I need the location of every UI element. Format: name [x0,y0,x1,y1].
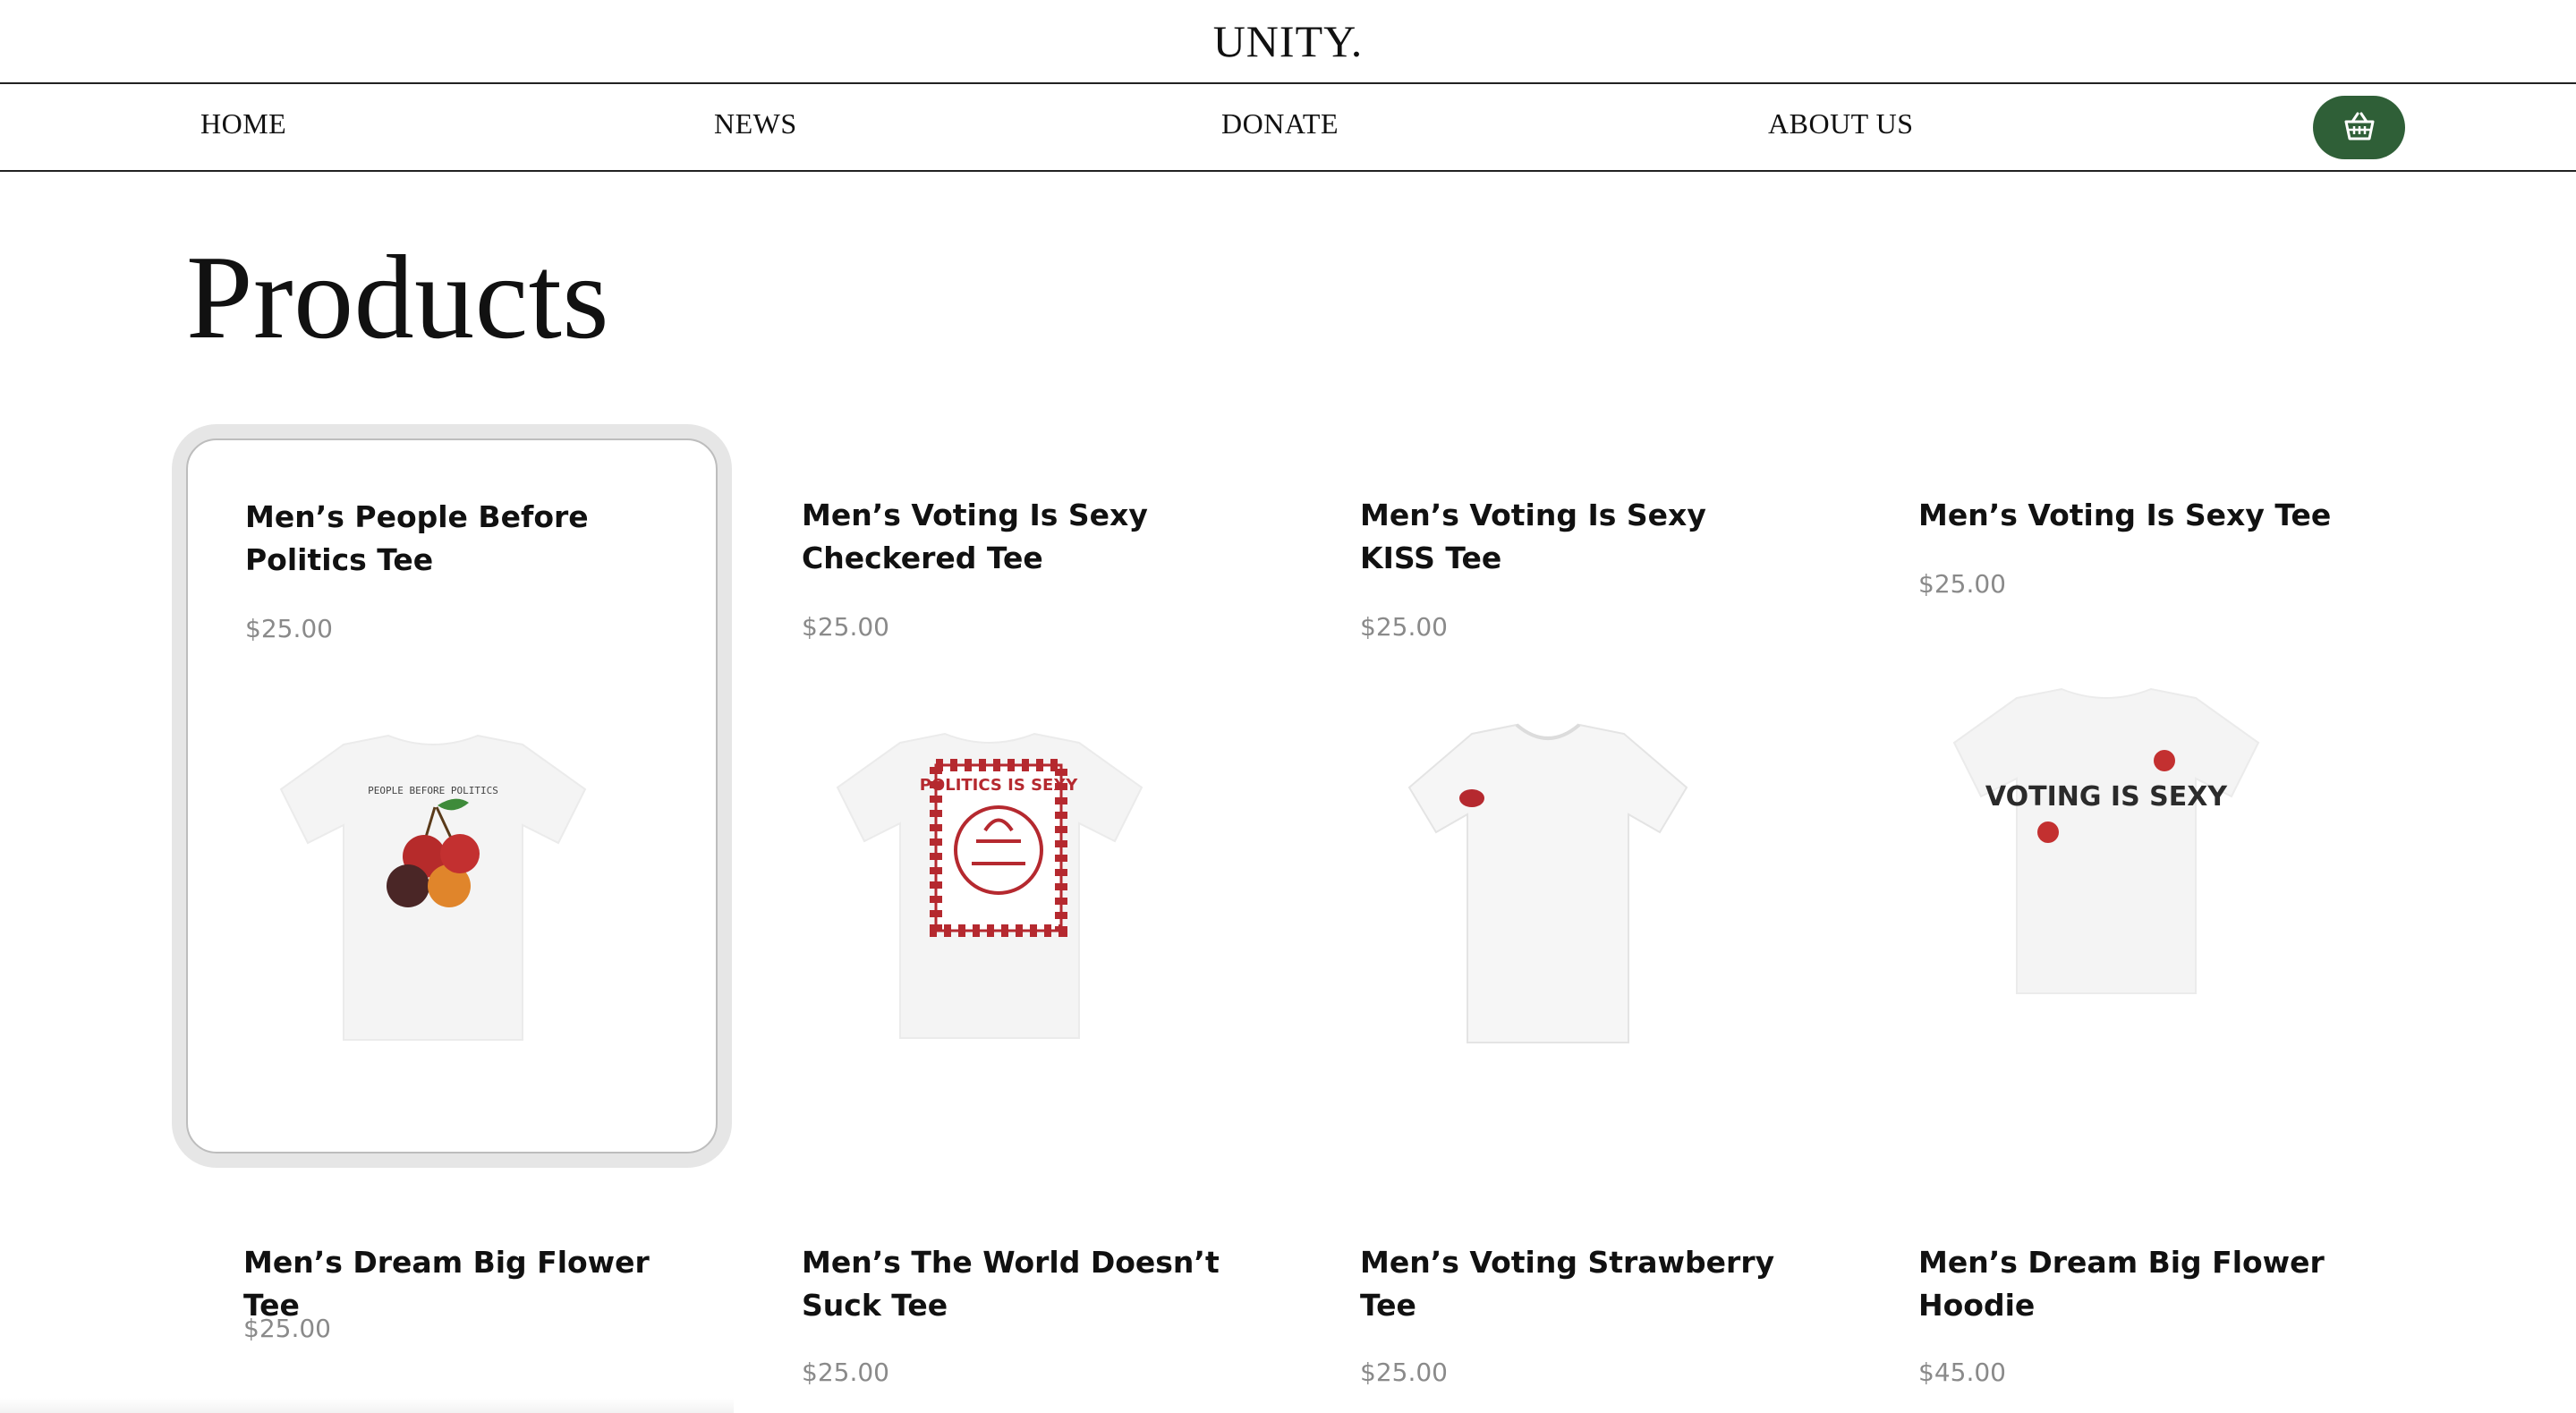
product-title[interactable]: Men’s People Before Politics Tee [245,496,675,582]
product-title[interactable]: Men’s Voting Is Sexy Checkered Tee [802,494,1231,580]
product-card[interactable]: Men’s Voting Is Sexy Checkered Tee $25.0… [744,438,1272,1150]
nav-home[interactable]: HOME [200,107,286,140]
cart-button[interactable] [2313,96,2405,159]
scroll-shadow [0,1398,734,1413]
print-text: VOTING IS SEXY [1985,781,2228,813]
nav-news[interactable]: NEWS [714,107,797,140]
basket-icon [2342,111,2376,145]
product-card[interactable]: Men’s People Before Politics Tee $25.00 … [186,438,718,1153]
product-price: $25.00 [802,612,889,642]
print-text: PEOPLE BEFORE POLITICS [368,785,498,796]
product-title[interactable]: Men’s Voting Is Sexy KISS Tee [1360,494,1790,580]
product-title[interactable]: Men’s Voting Strawberry Tee [1360,1241,1790,1327]
nav-about-us[interactable]: ABOUT US [1768,107,1914,140]
page-title: Products [186,231,609,363]
product-card[interactable]: Men’s Voting Strawberry Tee $25.00 [1303,1204,1831,1413]
product-title[interactable]: Men’s Dream Big Flower Hoodie [1918,1241,2348,1327]
product-image[interactable]: PEOPLE BEFORE POLITICS [245,700,621,1049]
print-text: POLITICS IS SEXY [920,776,1078,795]
product-card[interactable]: Men’s Voting Is Sexy KISS Tee $25.00 [1303,438,1831,1150]
main-nav: HOME NEWS DONATE ABOUT US [0,84,2576,172]
product-image[interactable] [1360,698,1736,1047]
product-price: $25.00 [1360,612,1448,642]
product-title[interactable]: Men’s The World Doesn’t Suck Tee [802,1241,1231,1327]
product-card[interactable]: Men’s Voting Is Sexy Tee $25.00 VOTING I… [1861,438,2389,1150]
product-image[interactable]: VOTING IS SEXY [1918,653,2294,1002]
product-card[interactable]: Men’s Dream Big Flower Tee $25.00 [186,1204,714,1413]
product-card[interactable]: Men’s The World Doesn’t Suck Tee $25.00 [744,1204,1272,1413]
product-card[interactable]: Men’s Dream Big Flower Hoodie $45.00 [1861,1204,2389,1413]
product-price: $45.00 [1918,1358,2006,1387]
nav-donate[interactable]: DONATE [1221,107,1339,140]
product-price: $25.00 [802,1358,889,1387]
product-title[interactable]: Men’s Voting Is Sexy Tee [1918,494,2348,537]
brand-logo[interactable]: UNITY. [1213,15,1364,67]
site-header: UNITY. [0,0,2576,84]
product-price: $25.00 [1918,569,2006,599]
product-price: $25.00 [1360,1358,1448,1387]
product-price: $25.00 [245,614,333,643]
product-image[interactable]: POLITICS IS SEXY [802,698,1177,1047]
product-price: $25.00 [243,1314,331,1343]
